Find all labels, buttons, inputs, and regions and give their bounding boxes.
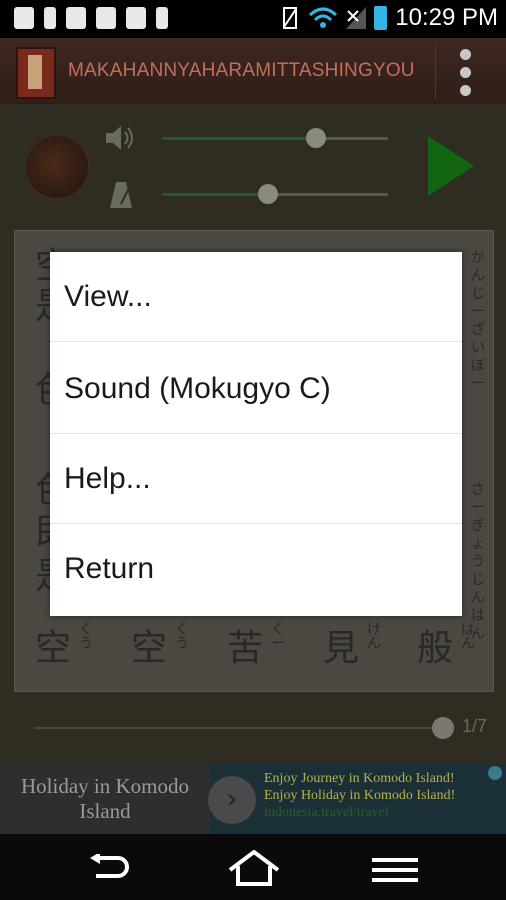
home-icon[interactable] bbox=[228, 850, 280, 886]
sutra-ruby: はん bbox=[461, 622, 475, 652]
usb-icon bbox=[44, 7, 56, 29]
sim-icon bbox=[156, 7, 168, 29]
menu-item-return[interactable]: Return bbox=[50, 524, 462, 614]
tempo-slider[interactable] bbox=[162, 184, 388, 204]
page-progress-thumb[interactable] bbox=[432, 717, 454, 739]
ad-body[interactable]: Enjoy Journey in Komodo Island! Enjoy Ho… bbox=[264, 770, 506, 821]
app-logo-icon[interactable] bbox=[16, 47, 56, 99]
page-indicator: 1/7 bbox=[462, 716, 488, 736]
furigana-column-top: かんじーざいぼー bbox=[471, 250, 485, 392]
battery-icon bbox=[374, 6, 388, 30]
ad-banner[interactable]: Holiday in Komodo Island › Enjoy Journey… bbox=[0, 764, 506, 834]
notification-icons bbox=[14, 7, 168, 29]
ad-line-2: Enjoy Holiday in Komodo Island! bbox=[264, 788, 456, 803]
volume-icon bbox=[106, 126, 133, 150]
options-menu: View... Sound (Mokugyo C) Help... Return bbox=[50, 252, 462, 616]
sutra-ruby: くー bbox=[271, 622, 285, 652]
volume-slider[interactable] bbox=[162, 128, 388, 148]
play-button[interactable] bbox=[428, 136, 474, 196]
menu-item-view[interactable]: View... bbox=[50, 252, 462, 342]
menu-icon[interactable] bbox=[372, 856, 418, 884]
vibrate-icon bbox=[283, 7, 298, 29]
back-icon[interactable] bbox=[88, 854, 130, 882]
sutra-kanji: 空 bbox=[131, 628, 168, 669]
metronome-icon bbox=[110, 182, 132, 208]
overflow-menu-button[interactable] bbox=[435, 46, 496, 98]
app-title: MAKAHANNYAHARAMITTASHINGYOU bbox=[68, 60, 415, 81]
sutra-ruby: くう bbox=[175, 622, 189, 652]
status-bar: 10:29 PM bbox=[0, 0, 506, 38]
furigana-column-bottom: さーぎょうじんはん bbox=[471, 482, 485, 642]
android-icon bbox=[14, 7, 34, 29]
wifi-icon bbox=[309, 7, 338, 28]
avatar[interactable] bbox=[24, 134, 90, 200]
mail-icon bbox=[66, 7, 86, 29]
sutra-kanji: 見 bbox=[323, 628, 360, 669]
menu-item-help[interactable]: Help... bbox=[50, 434, 462, 524]
system-nav-bar bbox=[0, 834, 506, 900]
chevron-right-icon[interactable]: › bbox=[208, 776, 256, 824]
ad-url: indonesia.travel/travel bbox=[264, 805, 389, 820]
ad-headline[interactable]: Holiday in Komodo Island bbox=[0, 764, 210, 834]
sutra-kanji: 般 bbox=[417, 628, 454, 669]
ad-info-icon[interactable] bbox=[488, 766, 502, 780]
sutra-kanji: 空 bbox=[35, 628, 72, 669]
sutra-ruby: くう bbox=[79, 622, 93, 652]
sutra-kanji: 苦 bbox=[227, 628, 264, 669]
store-icon bbox=[126, 7, 146, 29]
page-progress-track[interactable] bbox=[34, 727, 444, 729]
sutra-ruby: けん bbox=[367, 622, 381, 652]
ad-line-1: Enjoy Journey in Komodo Island! bbox=[264, 771, 455, 786]
signal-icon bbox=[346, 7, 367, 29]
menu-item-sound[interactable]: Sound (Mokugyo C) bbox=[50, 344, 462, 434]
clock: 10:29 PM bbox=[395, 4, 498, 31]
download-icon bbox=[96, 7, 116, 29]
